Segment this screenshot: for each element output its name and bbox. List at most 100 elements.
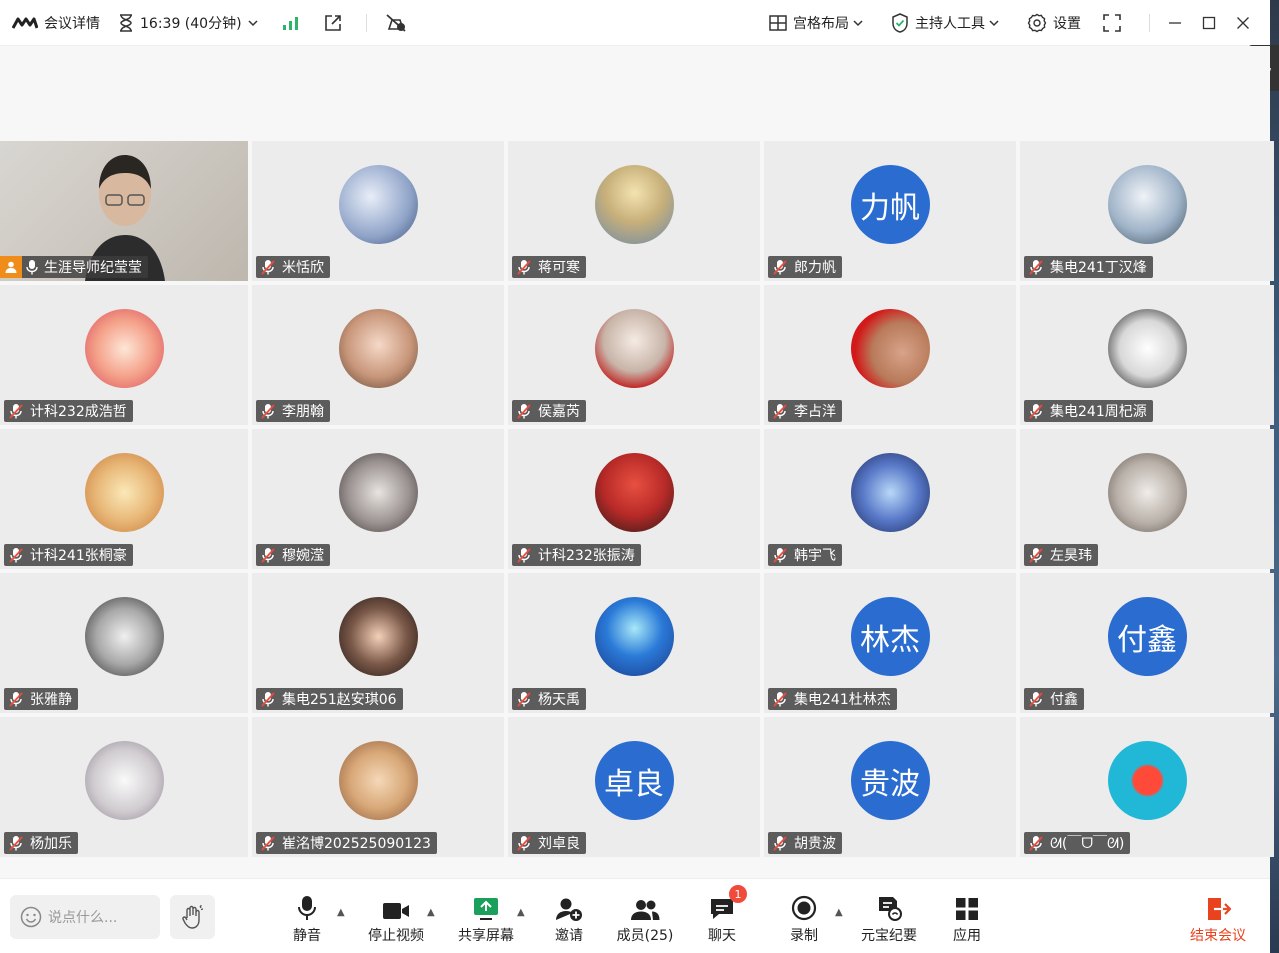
participant-name-tag: 米恬欣 (256, 256, 330, 278)
apps-button[interactable]: 应用 (932, 893, 1002, 945)
participant-tile[interactable]: 贵波 胡贵波 (764, 717, 1016, 857)
end-meeting-button[interactable]: 结束会议 (1183, 893, 1253, 945)
minimize-button[interactable] (1158, 8, 1192, 38)
record-button[interactable]: 录制 (769, 893, 839, 945)
avatar (84, 741, 164, 820)
tencent-meeting-logo-icon (12, 17, 38, 29)
participant-tile[interactable]: 付鑫 付鑫 (1020, 573, 1274, 713)
share-screen-button[interactable]: 共享屏幕 (451, 893, 521, 945)
participant-name-tag: 集电251赵安琪06 (256, 688, 403, 710)
participant-tile[interactable]: ᘛ(￣ᗜ￣ᘛ) (1020, 717, 1274, 857)
participant-name: ᘛ(￣ᗜ￣ᘛ) (1050, 836, 1125, 852)
mic-on-icon (26, 259, 38, 275)
network-signal-button[interactable] (282, 15, 306, 31)
participant-tile[interactable]: 左昊玮 (1020, 429, 1274, 569)
yuanbao-notes-label: 元宝纪要 (861, 928, 917, 944)
participant-name: 李占洋 (794, 404, 836, 420)
mic-muted-icon (772, 403, 788, 419)
quick-chat-input[interactable]: 说点什么... (10, 895, 160, 939)
participant-tile[interactable]: 崔洺博202525090123 (252, 717, 504, 857)
mic-muted-icon (8, 691, 24, 707)
participant-tile[interactable]: 计科232成浩哲 (0, 285, 248, 425)
mute-label: 静音 (293, 928, 321, 944)
chat-button[interactable]: 1 聊天 (687, 885, 757, 945)
participant-tile[interactable]: 韩宇飞 (764, 429, 1016, 569)
participant-tile[interactable]: 杨天禹 (508, 573, 760, 713)
participant-tile[interactable]: 集电251赵安琪06 (252, 573, 504, 713)
participant-name-tag: 计科232成浩哲 (4, 400, 133, 422)
minimize-icon (1169, 21, 1181, 24)
participant-name-tag: 集电241周杞源 (1024, 400, 1153, 422)
participant-tile[interactable]: 集电241周杞源 (1020, 285, 1274, 425)
share-screen-icon (474, 898, 498, 920)
avatar (1107, 165, 1187, 244)
participant-name: 集电241丁汉烽 (1050, 260, 1147, 276)
yuanbao-notes-button[interactable]: 元宝纪要 (854, 893, 924, 945)
mic-muted-icon (772, 691, 788, 707)
record-options-chevron[interactable]: ▲ (835, 907, 843, 918)
popout-button[interactable] (324, 14, 348, 32)
settings-button[interactable]: 设置 (1027, 13, 1081, 33)
maximize-button[interactable] (1192, 8, 1226, 38)
invite-label: 邀请 (555, 928, 583, 944)
record-icon (791, 895, 817, 921)
participant-name: 侯嘉芮 (538, 404, 580, 420)
participant-tile[interactable]: 杨加乐 (0, 717, 248, 857)
mic-muted-icon (1028, 547, 1044, 563)
participant-name-tag: 集电241杜林杰 (768, 688, 897, 710)
stop-video-button[interactable]: 停止视频 (361, 893, 431, 945)
meeting-timer[interactable]: 16:39 (40分钟) (118, 13, 264, 33)
close-button[interactable] (1226, 8, 1260, 38)
participant-tile[interactable]: 生涯导师纪莹莹 (0, 141, 248, 281)
fullscreen-button[interactable] (1103, 13, 1127, 32)
layout-label: 宫格布局 (793, 15, 849, 32)
host-tools-button[interactable]: 主持人工具 (891, 12, 1005, 33)
participant-name: 李朋翰 (282, 404, 324, 420)
share-options-chevron[interactable]: ▲ (517, 907, 525, 918)
participant-tile[interactable]: 米恬欣 (252, 141, 504, 281)
mute-options-chevron[interactable]: ▲ (337, 907, 345, 918)
participant-name: 付鑫 (1050, 692, 1078, 708)
video-options-chevron[interactable]: ▲ (427, 907, 435, 918)
participant-name: 生涯导师纪莹莹 (44, 260, 142, 276)
participant-tile[interactable]: 穆婉滢 (252, 429, 504, 569)
participant-name-tag: 崔洺博202525090123 (256, 832, 437, 854)
raise-hand-button[interactable] (170, 895, 215, 939)
participant-tile[interactable]: 蒋可寒 (508, 141, 760, 281)
members-button[interactable]: 成员(25) (610, 893, 680, 945)
participant-name: 左昊玮 (1050, 548, 1092, 564)
participant-tile[interactable]: 计科232张振涛 (508, 429, 760, 569)
avatar (338, 309, 418, 388)
participant-name: 集电241周杞源 (1050, 404, 1147, 420)
participant-tile[interactable]: 集电241丁汉烽 (1020, 141, 1274, 281)
settings-label: 设置 (1053, 15, 1081, 32)
participant-tile[interactable]: 林杰 集电241杜林杰 (764, 573, 1016, 713)
mute-button[interactable]: 静音 (272, 893, 342, 945)
mic-muted-icon (1028, 259, 1044, 275)
participant-name: 崔洺博202525090123 (282, 836, 431, 852)
annotation-off-button[interactable] (385, 13, 413, 33)
participant-tile[interactable]: 侯嘉芮 (508, 285, 760, 425)
mic-muted-icon (8, 835, 24, 851)
ai-notes-icon (879, 897, 902, 921)
hourglass-icon (120, 13, 132, 32)
participant-tile[interactable]: 张雅静 (0, 573, 248, 713)
meeting-details-button[interactable]: 会议详情 (12, 13, 100, 33)
avatar (338, 165, 418, 244)
chat-placeholder: 说点什么... (48, 910, 118, 926)
signal-bars-icon (282, 16, 298, 30)
participant-tile[interactable]: 卓良 刘卓良 (508, 717, 760, 857)
layout-button[interactable]: 宫格布局 (769, 13, 869, 33)
participant-tile[interactable]: 李朋翰 (252, 285, 504, 425)
end-meeting-label: 结束会议 (1190, 928, 1246, 944)
invite-button[interactable]: 邀请 (534, 893, 604, 945)
mic-muted-icon (516, 259, 532, 275)
mic-muted-icon (516, 835, 532, 851)
avatar (338, 453, 418, 532)
participant-tile[interactable]: 李占洋 (764, 285, 1016, 425)
participant-name: 蒋可寒 (538, 260, 580, 276)
participant-tile[interactable]: 计科241张桐豪 (0, 429, 248, 569)
divider (365, 13, 367, 32)
participant-tile[interactable]: 力帆 郎力帆 (764, 141, 1016, 281)
avatar (594, 597, 674, 676)
